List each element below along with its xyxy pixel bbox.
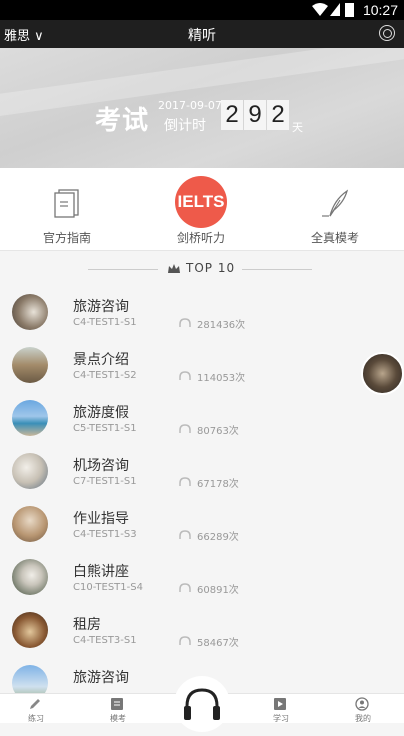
item-title: 旅游咨询: [73, 299, 129, 315]
ielts-logo: IELTS: [175, 176, 227, 228]
countdown-digits: 2 9 2: [221, 100, 290, 130]
tab-mine[interactable]: 我的: [333, 694, 393, 724]
item-code: C4-TEST1-S3: [73, 529, 137, 540]
clock: 10:27: [362, 2, 398, 18]
headphones-icon: [179, 424, 191, 433]
play-count: 281436次: [197, 320, 246, 331]
avatar: [12, 453, 48, 489]
countdown-banner: 考试 2017-09-07 倒计时 2 9 2 天: [0, 48, 404, 168]
item-title: 作业指导: [73, 511, 129, 527]
pencil-icon: [30, 699, 40, 709]
play-count: 58467次: [197, 638, 239, 649]
signal-icon: [330, 3, 340, 16]
play-count: 114053次: [197, 373, 246, 384]
headphones-icon: [184, 688, 220, 720]
play-count: 60891次: [197, 585, 239, 596]
page-title: 精听: [188, 28, 216, 44]
divider: [0, 250, 404, 251]
category-label: 官方指南: [42, 231, 91, 245]
battery-icon: [345, 3, 354, 17]
crown-icon: [168, 264, 180, 273]
avatar: [12, 559, 48, 595]
list-item[interactable]: 作业指导 C4-TEST1-S3 66289次: [0, 500, 404, 553]
list-item[interactable]: 旅游度假 C5-TEST1-S1 80763次: [0, 394, 404, 447]
item-code: C7-TEST1-S1: [73, 476, 137, 487]
item-code: C10-TEST1-S4: [73, 582, 143, 593]
item-title: 白熊讲座: [73, 564, 129, 580]
avatar: [12, 400, 48, 436]
headphones-icon: [179, 318, 191, 327]
tab-study[interactable]: 学习: [251, 694, 311, 724]
avatar: [12, 294, 48, 330]
tab-label: 练习: [28, 714, 44, 723]
category-official-guide[interactable]: 官方指南: [0, 168, 134, 250]
list-item[interactable]: 租房 C4-TEST3-S1 58467次: [0, 606, 404, 659]
item-title: 旅游咨询: [73, 670, 129, 686]
document-icon: [111, 698, 123, 710]
target-icon[interactable]: [379, 25, 395, 41]
item-title: 景点介绍: [73, 352, 129, 368]
play-count: 67178次: [197, 479, 239, 490]
item-title: 租房: [73, 617, 101, 633]
item-code: C5-TEST1-S1: [73, 423, 137, 434]
countdown-unit: 天: [292, 121, 303, 134]
header-line: [242, 269, 312, 270]
tab-practice[interactable]: 练习: [6, 694, 66, 724]
avatar: [12, 347, 48, 383]
title-bar: 雅思 ∨ 精听: [0, 20, 404, 48]
list-item[interactable]: 旅游咨询 C4-TEST1-S1 281436次: [0, 288, 404, 341]
headphones-icon: [179, 583, 191, 592]
category-mock-exam[interactable]: 全真模考: [268, 168, 402, 250]
headphones-icon: [179, 636, 191, 645]
status-bar: 10:27: [0, 0, 404, 20]
category-cambridge-listening[interactable]: IELTS 剑桥听力: [134, 168, 268, 250]
tab-label: 我的: [355, 714, 371, 723]
category-label: 剑桥听力: [176, 231, 225, 245]
digit: 2: [267, 100, 289, 130]
headphones-icon: [179, 371, 191, 380]
book-icon: [54, 189, 79, 218]
tab-label: 模考: [110, 714, 126, 723]
top10-title: TOP 10: [186, 261, 236, 275]
item-code: C4-TEST1-S1: [73, 317, 137, 328]
play-count: 80763次: [197, 426, 239, 437]
item-code: C4-TEST3-S1: [73, 635, 137, 646]
top10-header: TOP 10: [0, 258, 404, 280]
tab-label: 学习: [273, 714, 289, 723]
list-item[interactable]: 机场咨询 C7-TEST1-S1 67178次: [0, 447, 404, 500]
item-title: 旅游度假: [73, 405, 129, 421]
avatar: [12, 506, 48, 542]
list-item[interactable]: 白熊讲座 C10-TEST1-S4 60891次: [0, 553, 404, 606]
headphones-icon: [179, 530, 191, 539]
header-line: [88, 269, 158, 270]
feather-icon: [322, 189, 349, 217]
floating-player-thumbnail[interactable]: [361, 352, 404, 395]
avatar: [12, 612, 48, 648]
tab-mock[interactable]: 模考: [88, 694, 148, 724]
countdown-label: 倒计时: [164, 118, 206, 134]
exam-date: 2017-09-07: [158, 99, 222, 112]
listen-button[interactable]: [174, 676, 230, 732]
play-icon: [274, 698, 286, 710]
headphones-icon: [179, 477, 191, 486]
digit: 2: [221, 100, 243, 130]
item-code: C4-TEST1-S2: [73, 370, 137, 381]
digit: 9: [244, 100, 266, 130]
exam-label: 考试: [95, 106, 150, 136]
item-title: 机场咨询: [73, 458, 129, 474]
category-row: 官方指南 IELTS 剑桥听力 全真模考: [0, 168, 404, 250]
user-icon: [355, 697, 369, 711]
list-item[interactable]: 景点介绍 C4-TEST1-S2 114053次: [0, 341, 404, 394]
play-count: 66289次: [197, 532, 239, 543]
category-label: 全真模考: [310, 231, 359, 245]
wifi-icon: [312, 3, 328, 16]
